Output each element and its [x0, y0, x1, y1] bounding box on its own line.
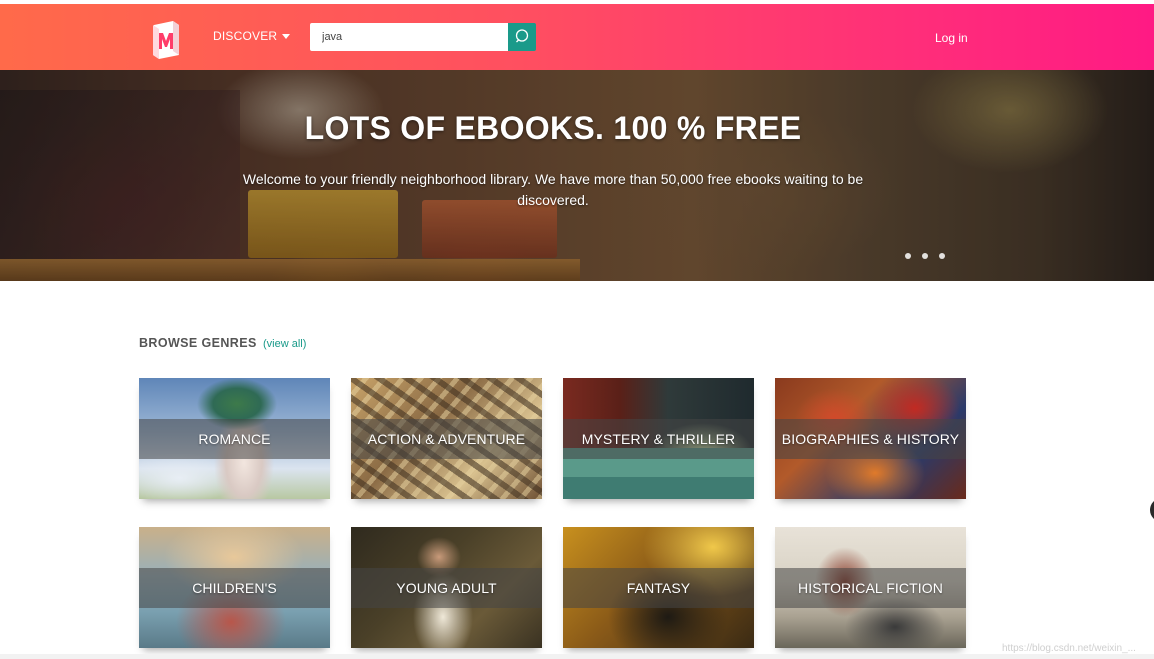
hero-subtitle: Welcome to your friendly neighborhood li…	[242, 171, 864, 208]
genre-tile-label: HISTORICAL FICTION	[798, 580, 943, 596]
search-input[interactable]	[310, 23, 508, 51]
bottom-divider	[0, 654, 1154, 659]
carousel-dot[interactable]	[922, 253, 928, 259]
genre-tile-action-adventure[interactable]: ACTION & ADVENTURE	[351, 378, 542, 499]
search-icon	[514, 28, 530, 47]
genre-tile-band: HISTORICAL FICTION	[775, 568, 966, 608]
genre-tile-label: ACTION & ADVENTURE	[367, 431, 526, 447]
watermark-text: https://blog.csdn.net/weixin_...	[1002, 643, 1136, 654]
search-button[interactable]	[508, 23, 536, 51]
genre-tile-label: MYSTERY & THRILLER	[581, 431, 736, 447]
hero-carousel: LOTS OF EBOOKS. 100 % FREE Welcome to yo…	[0, 70, 1154, 281]
top-nav-bar: DISCOVER Log in	[0, 4, 1154, 70]
feedback-tab[interactable]	[1150, 498, 1154, 522]
discover-label: DISCOVER	[213, 29, 278, 43]
manybooks-logo-icon[interactable]	[149, 19, 183, 59]
genre-tile-band: ROMANCE	[139, 419, 330, 459]
genre-tile-romance[interactable]: ROMANCE	[139, 378, 330, 499]
hero-title: LOTS OF EBOOKS. 100 % FREE	[304, 110, 802, 146]
genre-tile-label: YOUNG ADULT	[396, 580, 497, 596]
genre-tile-band: ACTION & ADVENTURE	[351, 419, 542, 459]
genre-tile-label: FANTASY	[626, 580, 691, 596]
discover-menu[interactable]: DISCOVER	[213, 29, 291, 43]
carousel-indicators	[905, 253, 945, 259]
carousel-dot[interactable]	[905, 253, 911, 259]
view-all-genres-link[interactable]: (view all)	[263, 338, 306, 350]
search-bar	[310, 23, 536, 51]
genre-tile-band: YOUNG ADULT	[351, 568, 542, 608]
caret-down-icon	[282, 34, 291, 39]
genre-tile-fantasy[interactable]: FANTASY	[563, 527, 754, 648]
genre-tile-band: MYSTERY & THRILLER	[563, 419, 754, 459]
genre-tile-young-adult[interactable]: YOUNG ADULT	[351, 527, 542, 648]
browse-genres-heading: BROWSE GENRES	[139, 336, 257, 350]
genre-tile-label: BIOGRAPHIES & HISTORY	[781, 431, 960, 447]
genre-tile-historical-fiction[interactable]: HISTORICAL FICTION	[775, 527, 966, 648]
genre-tile-biographies-history[interactable]: BIOGRAPHIES & HISTORY	[775, 378, 966, 499]
carousel-dot[interactable]	[939, 253, 945, 259]
genre-tile-band: BIOGRAPHIES & HISTORY	[775, 419, 966, 459]
genre-tile-label: ROMANCE	[198, 431, 271, 447]
login-link[interactable]: Log in	[935, 31, 968, 45]
genre-tile-band: CHILDREN'S	[139, 568, 330, 608]
genre-tile-childrens[interactable]: CHILDREN'S	[139, 527, 330, 648]
genre-tile-label: CHILDREN'S	[192, 580, 277, 596]
genre-tile-mystery-thriller[interactable]: MYSTERY & THRILLER	[563, 378, 754, 499]
genre-tile-band: FANTASY	[563, 568, 754, 608]
